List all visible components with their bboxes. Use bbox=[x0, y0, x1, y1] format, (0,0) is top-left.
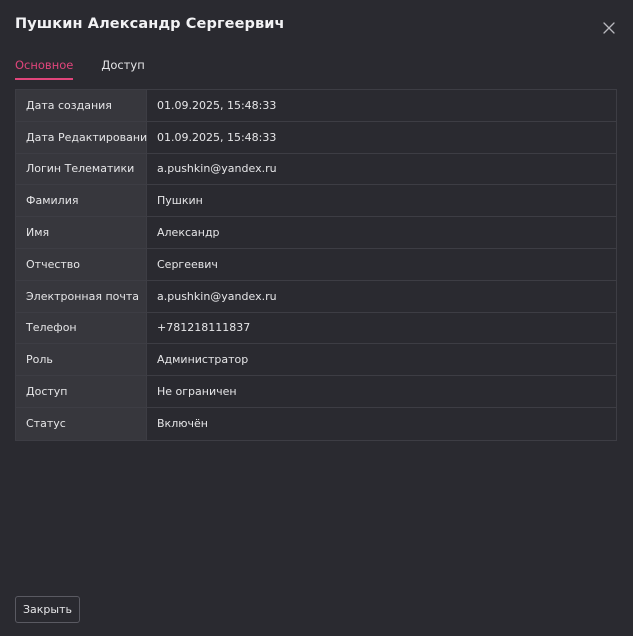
table-row: Фамилия Пушкин bbox=[16, 185, 616, 218]
row-value: Сергеевич bbox=[147, 248, 616, 280]
row-label: Дата Редактирования bbox=[16, 121, 154, 153]
row-value: +781218111837 bbox=[147, 312, 616, 344]
row-label: Имя bbox=[16, 217, 147, 248]
row-value: a.pushkin@yandex.ru bbox=[147, 153, 616, 185]
row-label: Отчество bbox=[16, 248, 147, 280]
row-value: Не ограничен bbox=[147, 376, 616, 407]
user-details-dialog: Пушкин Александр Сергеервич Основное Дос… bbox=[0, 0, 633, 636]
row-value: Включён bbox=[147, 407, 616, 440]
row-value: Администратор bbox=[147, 344, 616, 376]
row-label: Электронная почта bbox=[16, 280, 147, 312]
row-value: 01.09.2025, 15:48:33 bbox=[147, 121, 616, 153]
row-label: Доступ bbox=[16, 376, 147, 407]
tab-bar: Основное Доступ bbox=[15, 58, 173, 80]
table-row: Дата создания 01.09.2025, 15:48:33 bbox=[16, 90, 616, 122]
tab-main[interactable]: Основное bbox=[15, 58, 74, 80]
row-value: a.pushkin@yandex.ru bbox=[147, 280, 616, 312]
close-dialog-button[interactable]: Закрыть bbox=[15, 596, 80, 623]
row-label: Фамилия bbox=[16, 185, 147, 217]
row-label: Статус bbox=[16, 407, 147, 440]
row-value: Пушкин bbox=[147, 185, 616, 217]
close-icon bbox=[603, 22, 615, 34]
table-row: Роль Администратор bbox=[16, 344, 616, 377]
close-button[interactable] bbox=[600, 19, 618, 37]
table-row: Логин Телематики a.pushkin@yandex.ru bbox=[16, 153, 616, 186]
row-value: Александр bbox=[147, 217, 616, 248]
details-table: Дата создания 01.09.2025, 15:48:33 Дата … bbox=[15, 89, 617, 441]
table-row: Отчество Сергеевич bbox=[16, 248, 616, 281]
table-row: Электронная почта a.pushkin@yandex.ru bbox=[16, 280, 616, 313]
dialog-title: Пушкин Александр Сергеервич bbox=[15, 16, 285, 32]
table-row: Дата Редактирования 01.09.2025, 15:48:33 bbox=[16, 121, 616, 154]
row-value: 01.09.2025, 15:48:33 bbox=[147, 90, 616, 121]
table-row: Телефон +781218111837 bbox=[16, 312, 616, 345]
row-label: Дата создания bbox=[16, 90, 147, 121]
row-label: Логин Телематики bbox=[16, 153, 147, 185]
row-label: Роль bbox=[16, 344, 147, 376]
table-row: Имя Александр bbox=[16, 217, 616, 249]
table-row: Доступ Не ограничен bbox=[16, 376, 616, 408]
row-label: Телефон bbox=[16, 312, 147, 344]
table-row: Статус Включён bbox=[16, 407, 616, 440]
tab-access[interactable]: Доступ bbox=[101, 58, 144, 80]
